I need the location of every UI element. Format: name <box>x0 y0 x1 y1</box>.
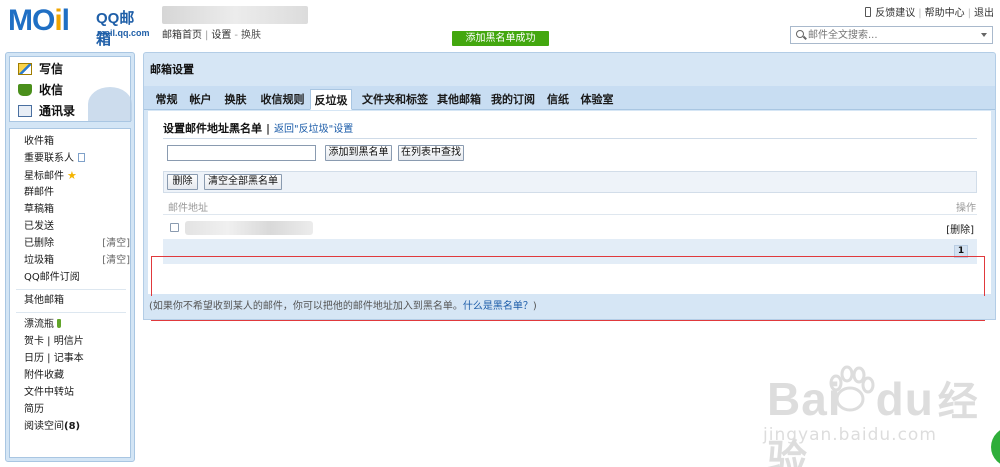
baidu-jingyan-watermark: Bai du 经验 jingyan.baidu.com <box>757 359 987 467</box>
receive-button[interactable]: 收信 <box>18 81 63 99</box>
settings-panel: 邮箱设置 常规 帐户 换肤 收信规则 反垃圾 文件夹和标签 其他邮箱 我的订阅 … <box>143 52 996 321</box>
breadcrumb-skin[interactable]: 换肤 <box>241 30 261 41</box>
back-to-antispam-link[interactable]: 返回"反垃圾"设置 <box>274 124 353 135</box>
find-in-list-button[interactable]: 在列表中查找 <box>398 145 464 161</box>
address-book-icon <box>18 105 32 117</box>
blurred-email-address <box>185 221 313 235</box>
folder-sent[interactable]: 已发送 <box>24 220 130 234</box>
help-link[interactable]: 帮助中心 <box>925 8 965 19</box>
divider <box>163 214 977 215</box>
folder-qq-subscription[interactable]: QQ邮件订阅 <box>24 271 130 285</box>
tab-subscriptions[interactable]: 我的订阅 <box>488 89 538 110</box>
floating-green-button[interactable] <box>991 427 1000 467</box>
folder-inbox[interactable]: 收件箱 <box>24 135 130 149</box>
list-toolbar: 删除 清空全部黑名单 <box>163 171 977 193</box>
sidebar-divider <box>16 312 126 313</box>
logo-mark: MOil <box>8 4 70 37</box>
qq-mail-logo[interactable]: MOil QQ邮箱 mail.qq.com <box>8 4 150 48</box>
watermark-url: jingyan.baidu.com <box>763 425 937 445</box>
settings-tabs: 常规 帐户 换肤 收信规则 反垃圾 文件夹和标签 其他邮箱 我的订阅 信纸 体验… <box>144 86 995 110</box>
folder-vip-contacts[interactable]: 重要联系人 <box>24 152 130 166</box>
section-title: 设置邮件地址黑名单 <box>163 122 262 135</box>
feedback-link[interactable]: 反馈建议 <box>875 8 915 19</box>
divider <box>163 138 977 139</box>
empty-spam-link[interactable]: [清空] <box>102 254 130 268</box>
app-resume[interactable]: 简历 <box>24 403 130 417</box>
blacklist-content: 设置邮件地址黑名单 | 返回"反垃圾"设置 添加到黑名单 在列表中查找 删除 清空全… <box>148 111 991 321</box>
what-is-blacklist-link[interactable]: 什么是黑名单？ <box>463 301 533 312</box>
table-header: 邮件地址 操作 <box>168 199 976 214</box>
folder-drafts[interactable]: 草稿箱 <box>24 203 130 217</box>
tab-stationery[interactable]: 信纸 <box>543 89 573 110</box>
table-row: [删除] <box>168 219 976 237</box>
quick-actions: 写信 收信 通讯录 <box>9 56 132 122</box>
tab-other-mailbox[interactable]: 其他邮箱 <box>434 89 484 110</box>
blacklist-address-input[interactable] <box>167 145 316 161</box>
app-drift-bottle[interactable]: 漂流瓶 <box>24 318 130 332</box>
star-icon: ★ <box>67 169 77 182</box>
add-to-blacklist-button[interactable]: 添加到黑名单 <box>325 145 392 161</box>
sidebar: 写信 收信 通讯录 收件箱 重要联系人 星标邮件 ★ 群邮件 草稿箱 已发送 已删… <box>5 52 135 462</box>
app-attachments[interactable]: 附件收藏 <box>24 369 130 383</box>
user-name-blurred <box>162 6 308 24</box>
search-icon[interactable] <box>796 30 804 38</box>
tab-antispam[interactable]: 反垃圾 <box>310 89 352 110</box>
search-input[interactable] <box>808 28 973 42</box>
tab-rules[interactable]: 收信规则 <box>255 89 310 110</box>
sidebar-divider <box>16 289 126 290</box>
tab-lab[interactable]: 体验室 <box>576 89 618 110</box>
other-mailbox-link[interactable]: 其他邮箱 <box>24 294 130 308</box>
clear-all-blacklist-button[interactable]: 清空全部黑名单 <box>204 174 282 190</box>
vip-contact-icon <box>78 153 85 162</box>
column-actions: 操作 <box>956 203 976 214</box>
tab-account[interactable]: 帐户 <box>184 89 217 110</box>
empty-deleted-link[interactable]: [清空] <box>102 237 130 251</box>
top-links: 反馈建议 | 帮助中心 | 退出 <box>865 4 994 19</box>
folder-spam[interactable]: 垃圾箱 [清空] <box>24 254 130 268</box>
contacts-button[interactable]: 通讯录 <box>18 102 75 120</box>
folder-group-mail[interactable]: 群邮件 <box>24 186 130 200</box>
tab-folders-labels[interactable]: 文件夹和标签 <box>357 89 433 110</box>
penguin-mascot-icon <box>88 87 132 121</box>
top-header: MOil QQ邮箱 mail.qq.com 邮箱首页 | 设置 - 换肤 添加黑名单成功… <box>0 0 1000 48</box>
section-separator: | <box>266 122 271 135</box>
breadcrumb-home[interactable]: 邮箱首页 <box>162 30 202 41</box>
folder-starred[interactable]: 星标邮件 ★ <box>24 169 130 183</box>
inbox-tray-icon <box>18 84 32 96</box>
delete-button[interactable]: 删除 <box>167 174 198 190</box>
paw-icon <box>829 365 875 412</box>
page-title: 邮箱设置 <box>150 63 194 76</box>
watermark-brand: Bai du 经验 <box>767 373 979 467</box>
breadcrumb: 邮箱首页 | 设置 - 换肤 <box>162 30 261 41</box>
app-postcard[interactable]: 明信片 <box>54 336 84 347</box>
app-reading-space[interactable]: 阅读空间(8) <box>24 420 130 434</box>
app-calendar[interactable]: 日历 | 记事本 <box>24 352 130 366</box>
pencil-icon <box>18 63 32 75</box>
logout-link[interactable]: 退出 <box>974 8 994 19</box>
row-checkbox[interactable] <box>170 223 179 232</box>
chevron-down-icon[interactable] <box>981 33 987 37</box>
app-card[interactable]: 贺卡 | 明信片 <box>24 335 130 349</box>
tab-general[interactable]: 常规 <box>150 89 183 110</box>
folder-list: 收件箱 重要联系人 星标邮件 ★ 群邮件 草稿箱 已发送 已删除 [清空] 垃圾箱[… <box>9 128 131 458</box>
unread-count: (8) <box>64 421 81 432</box>
logo-letter-i: i <box>54 4 62 37</box>
success-toast: 添加黑名单成功 <box>452 31 549 46</box>
tab-skin[interactable]: 换肤 <box>219 89 252 110</box>
logo-domain: mail.qq.com <box>97 28 150 38</box>
phone-icon[interactable] <box>865 7 872 17</box>
compose-button[interactable]: 写信 <box>18 60 63 78</box>
mail-search[interactable] <box>790 26 993 44</box>
column-address: 邮件地址 <box>168 203 208 214</box>
section-header: 设置邮件地址黑名单 | 返回"反垃圾"设置 <box>163 120 353 136</box>
breadcrumb-settings[interactable]: 设置 <box>211 30 231 41</box>
bottle-icon <box>57 319 61 328</box>
folder-deleted[interactable]: 已删除 [清空] <box>24 237 130 251</box>
app-notes[interactable]: 记事本 <box>54 353 84 364</box>
app-file-transfer[interactable]: 文件中转站 <box>24 386 130 400</box>
row-delete-link[interactable]: [删除] <box>946 221 974 236</box>
blacklist-hint: (如果你不希望收到某人的邮件，你可以把他的邮件地址加入到黑名单。什么是黑名单？) <box>143 296 996 320</box>
